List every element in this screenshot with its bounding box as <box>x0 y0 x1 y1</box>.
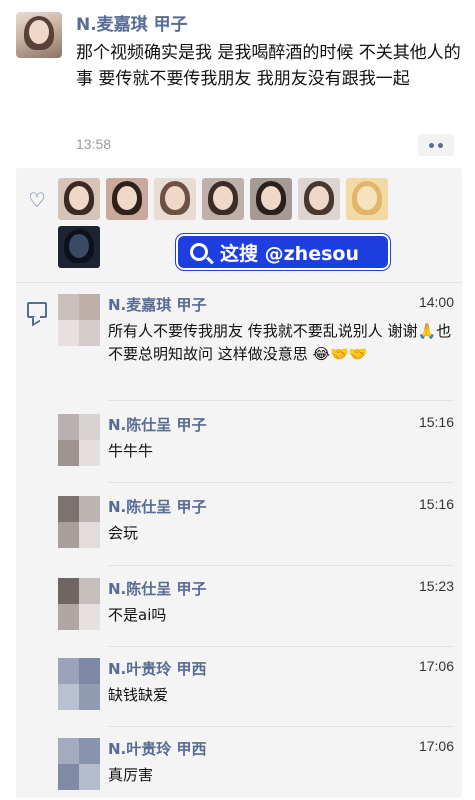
liker-avatar[interactable] <box>250 178 292 220</box>
liker-avatar[interactable] <box>154 178 196 220</box>
comment-time: 17:06 <box>418 658 454 674</box>
more-dots-icon[interactable] <box>418 134 454 156</box>
comment-item[interactable]: N.麦嘉琪 甲子 14:00 所有人不要传我朋友 传我就不要乱说别人 谢谢🙏也不… <box>58 294 454 394</box>
comment-item[interactable]: N.叶贵玲 甲西 17:06 真厉害 <box>58 738 454 798</box>
comment-item[interactable]: N.陈仕呈 甲子 15:16 牛牛牛 <box>58 414 454 474</box>
commenter-avatar[interactable] <box>58 294 100 346</box>
comment-time: 15:16 <box>418 414 454 430</box>
comment-text: 真厉害 <box>108 766 154 784</box>
author-avatar[interactable] <box>16 12 62 58</box>
liker-avatar[interactable] <box>58 178 100 220</box>
commenter-name[interactable]: N.陈仕呈 甲子 <box>108 414 206 435</box>
commenter-name[interactable]: N.麦嘉琪 甲子 <box>108 294 206 315</box>
watermark-badge: 这搜 @zhesou <box>176 234 390 270</box>
liker-avatar[interactable] <box>346 178 388 220</box>
commenter-avatar[interactable] <box>58 578 100 630</box>
post-time: 13:58 <box>76 136 112 152</box>
comment-text: 牛牛牛 <box>108 442 154 460</box>
liker-avatar[interactable] <box>106 178 148 220</box>
comment-text: 会玩 <box>108 524 139 542</box>
author-name[interactable]: N.麦嘉琪 甲子 <box>76 10 188 35</box>
commenter-name[interactable]: N.陈仕呈 甲子 <box>108 578 206 599</box>
comment-time: 15:16 <box>418 496 454 512</box>
comment-text: 缺钱缺爱 <box>108 686 169 704</box>
liker-avatar[interactable] <box>202 178 244 220</box>
divider <box>16 282 462 283</box>
commenter-avatar[interactable] <box>58 414 100 466</box>
commenter-avatar[interactable] <box>58 738 100 790</box>
heart-icon: ♡ <box>28 188 46 212</box>
divider <box>108 726 454 727</box>
comment-item[interactable]: N.陈仕呈 甲子 15:16 会玩 <box>58 496 454 556</box>
commenter-name[interactable]: N.陈仕呈 甲子 <box>108 496 206 517</box>
divider <box>108 400 454 401</box>
commenter-avatar[interactable] <box>58 496 100 548</box>
comment-time: 14:00 <box>418 294 454 310</box>
commenter-name[interactable]: N.叶贵玲 甲西 <box>108 738 206 759</box>
comment-item[interactable]: N.陈仕呈 甲子 15:23 不是ai吗 <box>58 578 454 638</box>
commenter-avatar[interactable] <box>58 658 100 710</box>
search-icon <box>190 243 208 261</box>
comment-text: 所有人不要传我朋友 传我就不要乱说别人 谢谢🙏也不要总明知故问 这样做没意思 😂… <box>108 322 452 363</box>
feedback-panel: ♡ 这搜 @zhesou N.麦嘉琪 甲子 14:00 所有人不要传我朋友 传我… <box>16 168 462 798</box>
liker-avatar[interactable] <box>298 178 340 220</box>
divider <box>108 646 454 647</box>
comment-icon <box>27 302 47 318</box>
liker-avatar[interactable] <box>58 226 100 268</box>
watermark-text: 这搜 @zhesou <box>220 243 359 265</box>
comment-item[interactable]: N.叶贵玲 甲西 17:06 缺钱缺爱 <box>58 658 454 718</box>
comment-text: 不是ai吗 <box>108 606 167 624</box>
divider <box>108 565 454 566</box>
comment-time: 17:06 <box>418 738 454 754</box>
post-text: 那个视频确实是我 是我喝醉酒的时候 不关其他人的事 要传就不要传我朋友 我朋友没… <box>76 43 461 89</box>
comment-time: 15:23 <box>418 578 454 594</box>
divider <box>108 482 454 483</box>
commenter-name[interactable]: N.叶贵玲 甲西 <box>108 658 206 679</box>
